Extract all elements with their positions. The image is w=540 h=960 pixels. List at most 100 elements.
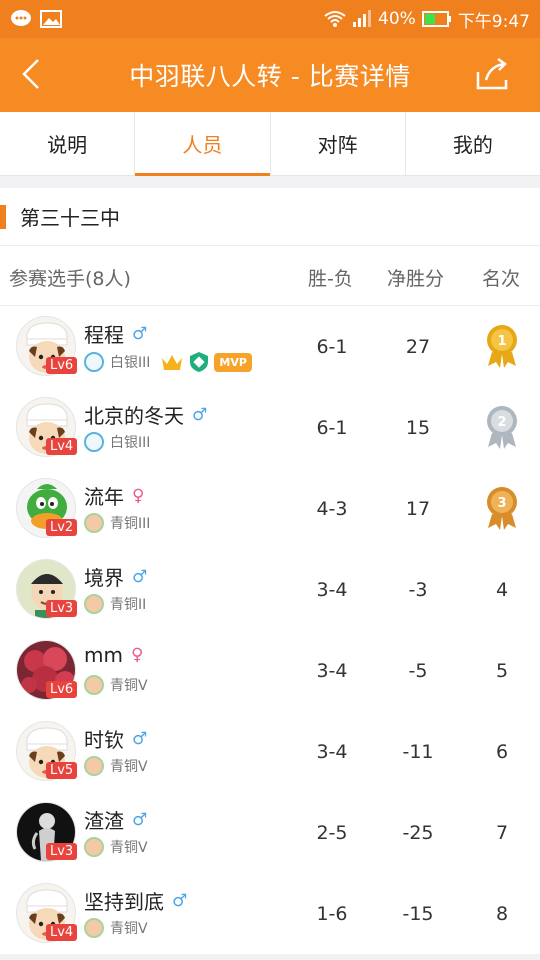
player-row[interactable]: Lv2 流年 ♀ 青铜III 4-3 17 3: [0, 468, 540, 549]
bottom-divider: [0, 954, 540, 960]
win-loss-cell: 3-4: [316, 660, 348, 682]
player-row[interactable]: Lv6 程程 ♂ 白银III MVP 6-1 27 1: [0, 306, 540, 387]
crown-icon: [162, 355, 183, 370]
rank-tier-icon: [84, 594, 104, 614]
win-loss-cell: 1-6: [316, 903, 348, 925]
image-notification-icon: [40, 10, 62, 28]
share-icon: [476, 57, 508, 90]
header-place: 名次: [482, 268, 521, 290]
battery-percent: 40%: [378, 9, 416, 29]
player-name: 流年: [84, 485, 124, 509]
net-points-cell: -11: [402, 741, 434, 763]
back-arrow-icon: [22, 59, 39, 89]
gender-icon: ♂: [132, 809, 148, 830]
rank-medal-icon: 1: [484, 324, 520, 368]
level-badge: Lv2: [46, 519, 78, 536]
rank-title: 青铜V: [110, 921, 148, 937]
tab-bar: 说明 人员 对阵 我的: [0, 112, 540, 176]
level-badge: Lv3: [46, 843, 78, 860]
player-row[interactable]: Lv4 北京的冬天 ♂ 白银III 6-1 15 2: [0, 387, 540, 468]
win-loss-cell: 4-3: [316, 498, 348, 520]
rank-tier-icon: [84, 918, 104, 938]
tab-matchups[interactable]: 对阵: [271, 112, 406, 175]
win-loss-cell: 3-4: [316, 579, 348, 601]
page-title: 中羽联八人转 - 比赛详情: [129, 62, 411, 91]
status-bar: 40% 下午9:47: [0, 0, 540, 38]
gender-icon: ♀: [130, 645, 144, 665]
level-badge: Lv6: [46, 357, 78, 374]
header-players: 参赛选手(8人): [9, 268, 131, 290]
rank-tier-icon: [84, 513, 104, 533]
level-badge: Lv4: [46, 924, 78, 941]
rank-title: 青铜II: [110, 597, 147, 613]
svg-text:2: 2: [497, 415, 506, 430]
net-points-cell: 27: [405, 336, 431, 358]
net-points-cell: -25: [402, 822, 434, 844]
player-name: mm: [84, 643, 123, 667]
player-name: 北京的冬天: [84, 404, 184, 428]
shield-badge-icon: [190, 352, 209, 372]
battery-icon: [421, 11, 451, 27]
clock: 下午9:47: [457, 11, 530, 32]
place-cell: 4: [495, 579, 509, 601]
player-name: 坚持到底: [84, 890, 164, 914]
gender-icon: ♂: [132, 728, 148, 749]
wifi-icon: [324, 11, 346, 27]
table-header: 参赛选手(8人) 胜-负 净胜分 名次: [0, 246, 540, 306]
svg-text:1: 1: [497, 334, 506, 349]
gender-icon: ♂: [192, 404, 208, 425]
header-win-loss: 胜-负: [308, 268, 353, 290]
place-cell: 7: [495, 822, 509, 844]
player-name: 时钦: [84, 728, 124, 752]
rank-title: 青铜V: [110, 759, 148, 775]
rank-tier-icon: [84, 837, 104, 857]
rank-medal-icon: 2: [484, 405, 520, 449]
net-points-cell: 17: [405, 498, 431, 520]
net-points-cell: -15: [402, 903, 434, 925]
place-cell: 5: [495, 660, 509, 682]
rank-tier-icon: [84, 432, 104, 452]
group-header: 第三十三中: [0, 188, 540, 246]
chat-notification-icon: [11, 10, 31, 26]
section-accent-bar: [0, 204, 6, 229]
player-row[interactable]: Lv6 mm ♀ 青铜V 3-4 -5 5: [0, 630, 540, 711]
player-row[interactable]: Lv3 渣渣 ♂ 青铜V 2-5 -25 7: [0, 792, 540, 873]
mvp-badge: MVP: [214, 352, 252, 372]
player-badges: MVP: [160, 351, 252, 373]
header-net-points: 净胜分: [387, 268, 445, 290]
gender-icon: ♂: [132, 566, 148, 587]
back-button[interactable]: [14, 54, 54, 94]
gender-icon: ♂: [172, 890, 188, 911]
tab-members[interactable]: 人员: [135, 112, 271, 176]
player-name: 程程: [84, 323, 124, 347]
group-title: 第三十三中: [20, 206, 120, 230]
place-cell: 8: [495, 903, 509, 925]
level-badge: Lv6: [46, 681, 78, 698]
rank-title: 青铜V: [110, 840, 148, 856]
net-points-cell: -3: [408, 579, 428, 601]
win-loss-cell: 6-1: [316, 417, 348, 439]
rank-title: 青铜III: [110, 516, 151, 532]
divider: [0, 176, 540, 188]
rank-medal-icon: 3: [484, 486, 520, 530]
player-list: Lv6 程程 ♂ 白银III MVP 6-1 27 1 Lv4 北京的冬天 ♂ 白银III 6-1 15 2…: [0, 306, 540, 954]
share-button[interactable]: [472, 54, 512, 94]
level-badge: Lv3: [46, 600, 78, 617]
place-cell: 6: [495, 741, 509, 763]
rank-tier-icon: [84, 756, 104, 776]
rank-title: 青铜V: [110, 678, 148, 694]
player-row[interactable]: Lv4 坚持到底 ♂ 青铜V 1-6 -15 8: [0, 873, 540, 954]
tab-description[interactable]: 说明: [0, 112, 136, 175]
player-row[interactable]: Lv5 时钦 ♂ 青铜V 3-4 -11 6: [0, 711, 540, 792]
level-badge: Lv4: [46, 438, 78, 455]
rank-tier-icon: [84, 352, 104, 372]
win-loss-cell: 6-1: [316, 336, 348, 358]
win-loss-cell: 2-5: [316, 822, 348, 844]
net-points-cell: -5: [408, 660, 428, 682]
level-badge: Lv5: [46, 762, 78, 779]
player-row[interactable]: Lv3 境界 ♂ 青铜II 3-4 -3 4: [0, 549, 540, 630]
gender-icon: ♀: [132, 485, 145, 506]
rank-tier-icon: [84, 675, 104, 695]
tab-mine[interactable]: 我的: [406, 112, 540, 175]
nav-bar: 中羽联八人转 - 比赛详情: [0, 38, 540, 112]
